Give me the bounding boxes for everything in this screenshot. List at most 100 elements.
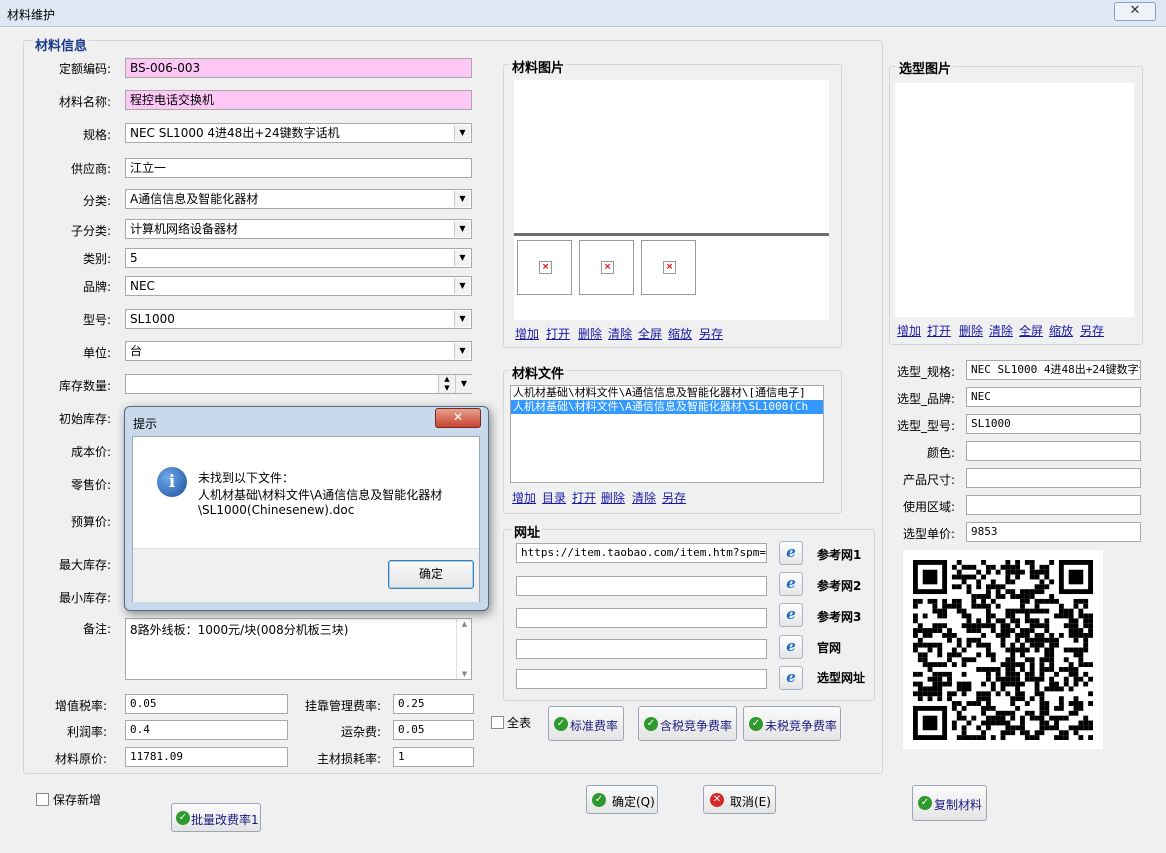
dialog-body: i 未找到以下文件： 人机材基础\材料文件\A通信信息及智能化器材 \SL100… [132,436,480,602]
original-price-field[interactable]: 11781.09 [125,747,288,767]
dialog-close-button[interactable]: ✕ [435,408,481,428]
file-delete-link[interactable]: 删除 [601,489,625,506]
url-label-5: 选型网址 [817,671,866,685]
class-select[interactable]: 5 ▼ [125,248,472,268]
unit-value: 台 [130,344,143,358]
open-url-button-5[interactable]: e [779,666,803,690]
remark-scrollbar[interactable]: ▲ ▼ [456,619,472,679]
url-field-4[interactable] [516,639,767,659]
spec-select[interactable]: NEC SL1000 4进48出+24键数字话机 ▼ [125,123,472,143]
url-field-3[interactable] [516,608,767,628]
name-field[interactable]: 程控电话交换机 [125,90,472,110]
remark-textarea[interactable]: 8路外线板：1000元/块(008分机板三块) [125,618,472,680]
vat-field[interactable]: 0.05 [125,694,288,714]
pic-zoom-link[interactable]: 缩放 [668,325,692,342]
loss-field[interactable]: 1 [393,747,474,767]
file-clear-link[interactable]: 清除 [632,489,656,506]
file-dir-link[interactable]: 目录 [542,489,566,506]
profit-field[interactable]: 0.4 [125,720,288,740]
sel-saveas-link[interactable]: 另存 [1080,322,1104,339]
dialog-ok-button[interactable]: 确定 [388,560,474,589]
selection-picture-preview[interactable] [895,83,1134,317]
label-sel-size: 产品尺寸: [902,473,955,487]
freight-field[interactable]: 0.05 [393,720,474,740]
pic-fullscreen-link[interactable]: 全屏 [638,325,662,342]
sel-zoom-link[interactable]: 缩放 [1049,322,1073,339]
close-button[interactable]: ✕ [1114,2,1156,21]
model-select[interactable]: SL1000 ▼ [125,309,472,329]
stock-qty-field[interactable] [125,374,472,394]
list-item[interactable]: 人机材基础\材料文件\A通信信息及智能化器材\SL1000(Ch [511,400,823,414]
remark-value: 8路外线板：1000元/块(008分机板三块) [130,623,349,637]
sel-add-link[interactable]: 增加 [897,322,921,339]
cancel-button[interactable]: ✕ 取消(E) [703,785,776,814]
class-value: 5 [130,251,138,265]
url-label-3: 参考网3 [817,610,862,624]
pic-open-link[interactable]: 打开 [546,325,570,342]
all-table-checkbox[interactable] [491,716,504,729]
ok-label: 确定(Q) [612,795,655,809]
picture-thumb[interactable]: × [641,240,696,295]
chevron-down-icon[interactable]: ▼ [455,375,472,393]
batch-rate-button[interactable]: ✓ 批量改费率1 [171,803,261,832]
open-url-button-2[interactable]: e [779,572,803,596]
picture-thumb[interactable]: × [579,240,634,295]
pic-delete-link[interactable]: 删除 [578,325,602,342]
stock-qty-spinner[interactable]: ▲ ▼ [438,375,455,393]
brand-select[interactable]: NEC ▼ [125,276,472,296]
sel-size-field[interactable] [966,468,1141,488]
sel-brand-field[interactable]: NEC [966,387,1141,407]
material-files-title: 材料文件 [510,363,567,382]
url-field-1[interactable]: https://item.taobao.com/item.htm?spm=a23… [516,543,767,563]
taxed-rate-button[interactable]: ✓ 含税竞争费率 [638,706,737,741]
label-remark: 备注: [82,622,111,636]
category-select[interactable]: A通信信息及智能化器材 ▼ [125,189,472,209]
taxed-rate-label: 含税竞争费率 [660,719,733,733]
sel-spec-field[interactable]: NEC SL1000 4进48出+24键数字话 [966,360,1141,380]
pic-clear-link[interactable]: 清除 [608,325,632,342]
close-icon: ✕ [452,410,464,424]
url-field-5[interactable] [516,669,767,689]
url-field-2[interactable] [516,576,767,596]
untaxed-rate-button[interactable]: ✓ 未税竞争费率 [743,706,841,741]
subcategory-select[interactable]: 计算机网络设备器材 ▼ [125,219,472,239]
pic-saveas-link[interactable]: 另存 [699,325,723,342]
sel-color-field[interactable] [966,441,1141,461]
sel-model-field[interactable]: SL1000 [966,414,1141,434]
open-url-button-3[interactable]: e [779,603,803,627]
material-files-list[interactable]: 人机材基础\材料文件\A通信信息及智能化器材\[通信电子] 人机材基础\材料文件… [510,385,824,483]
copy-material-button[interactable]: ✓ 复制材料 [912,785,987,821]
sel-area-field[interactable] [966,495,1141,515]
code-field[interactable]: BS-006-003 [125,58,472,78]
chevron-down-icon: ▼ [454,221,470,237]
url-label-4: 官网 [817,641,842,655]
list-item[interactable]: 人机材基础\材料文件\A通信信息及智能化器材\[通信电子] [511,386,823,400]
alert-dialog: 提示 ✕ i 未找到以下文件： 人机材基础\材料文件\A通信信息及智能化器材 \… [124,406,489,611]
sel-fullscreen-link[interactable]: 全屏 [1019,322,1043,339]
sel-open-link[interactable]: 打开 [927,322,951,339]
sel-delete-link[interactable]: 删除 [959,322,983,339]
url-label-2: 参考网2 [817,579,862,593]
label-cost-price: 成本价: [70,445,111,459]
label-supplier: 供应商: [70,162,111,176]
ok-button[interactable]: ✓ 确定(Q) [586,785,658,814]
open-url-button-4[interactable]: e [779,635,803,659]
sel-price-field[interactable]: 9853 [966,522,1141,542]
file-open-link[interactable]: 打开 [572,489,596,506]
standard-rate-button[interactable]: ✓ 标准费率 [548,706,624,741]
picture-thumb[interactable]: × [517,240,572,295]
mgmt-fee-field[interactable]: 0.25 [393,694,474,714]
save-new-checkbox[interactable] [36,793,49,806]
supplier-field[interactable]: 江立一 [125,158,472,178]
label-sel-area: 使用区域: [902,500,955,514]
browser-icon: e [786,637,796,655]
unit-select[interactable]: 台 ▼ [125,341,472,361]
file-add-link[interactable]: 增加 [512,489,536,506]
label-budget-price: 预算价: [70,515,111,529]
pic-add-link[interactable]: 增加 [515,325,539,342]
file-saveas-link[interactable]: 另存 [662,489,686,506]
cancel-circle-icon: ✕ [710,793,724,807]
open-url-button-1[interactable]: e [779,541,803,565]
browser-icon: e [786,668,796,686]
sel-clear-link[interactable]: 清除 [989,322,1013,339]
